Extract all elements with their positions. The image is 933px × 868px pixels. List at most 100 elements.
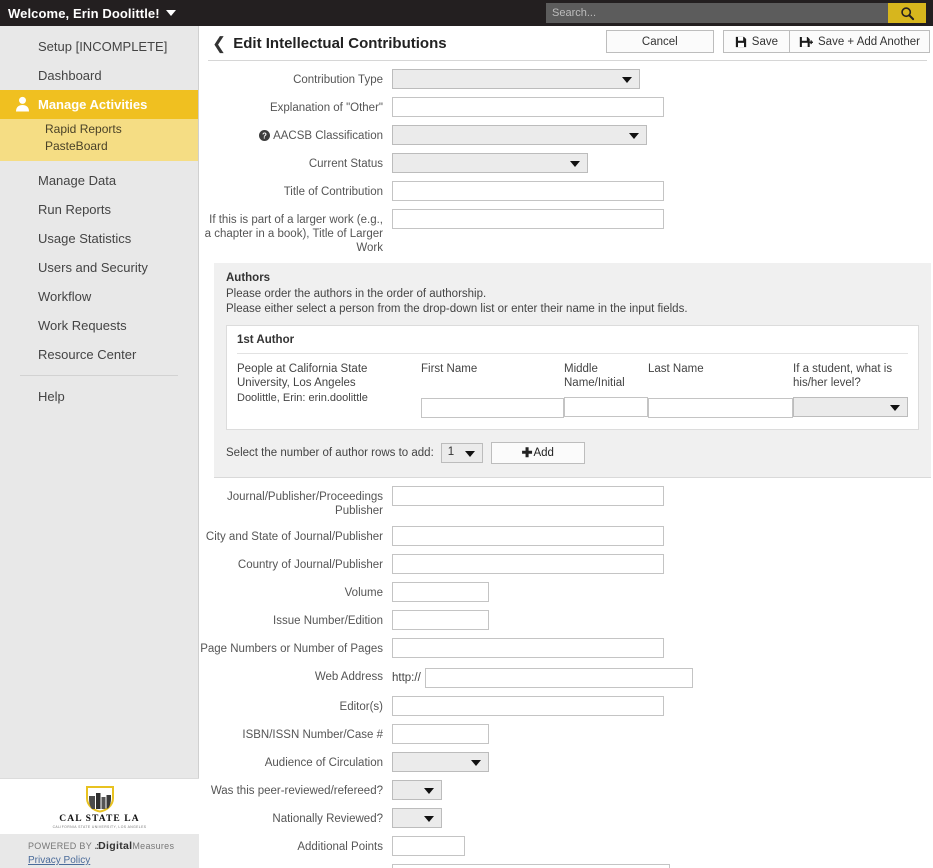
sidebar-item-usage-statistics[interactable]: Usage Statistics xyxy=(0,224,198,253)
sidebar-subitem-rapid-reports[interactable]: Rapid Reports xyxy=(45,121,198,138)
author-middle-name-input[interactable] xyxy=(564,397,648,417)
welcome-text: Welcome, Erin Doolittle! xyxy=(8,5,160,21)
chevron-down-icon xyxy=(570,161,580,167)
sidebar-item-label: Manage Activities xyxy=(38,97,148,112)
sidebar-item-workflow[interactable]: Workflow xyxy=(0,282,198,311)
floppy-disk-plus-icon xyxy=(799,36,814,48)
question-help-icon[interactable]: ? xyxy=(259,130,271,141)
field-peer-reviewed: Was this peer-reviewed/refereed? xyxy=(200,780,933,800)
field-current-status: Current Status xyxy=(200,153,933,173)
search-input[interactable] xyxy=(546,3,888,23)
chevron-left-icon[interactable]: ❮ xyxy=(212,35,226,52)
logo-text: CAL STATE LA xyxy=(59,813,140,824)
field-nationally-reviewed: Nationally Reviewed? xyxy=(200,808,933,828)
field-aacsb-classification: ? AACSB Classification xyxy=(200,125,933,145)
field-label: Page Numbers or Number of Pages xyxy=(200,643,383,655)
floppy-disk-icon xyxy=(735,36,747,48)
column-header-student-level: If a student, what is his/her level? xyxy=(793,363,893,389)
sidebar-subitem-pasteboard[interactable]: PasteBoard xyxy=(45,138,198,155)
field-label: If this is part of a larger work (e.g., … xyxy=(204,214,383,254)
field-label: Nationally Reviewed? xyxy=(272,813,383,825)
isbn-issn-input[interactable] xyxy=(392,724,489,744)
search-button[interactable] xyxy=(888,3,926,23)
powered-by-label: POWERED BY xyxy=(28,841,92,851)
volume-input[interactable] xyxy=(392,582,489,602)
journal-publisher-input[interactable] xyxy=(392,486,664,506)
page-numbers-input[interactable] xyxy=(392,638,664,658)
issue-number-input[interactable] xyxy=(392,610,489,630)
field-title-of-contribution: Title of Contribution xyxy=(200,181,933,201)
sidebar-item-run-reports[interactable]: Run Reports xyxy=(0,195,198,224)
save-button-label: Save xyxy=(751,35,779,48)
field-label: Additional Points xyxy=(297,841,383,853)
field-label: City and State of Journal/Publisher xyxy=(205,531,383,543)
sidebar-subnav: Rapid Reports PasteBoard xyxy=(0,119,198,161)
column-header-first-name: First Name xyxy=(421,363,478,375)
sidebar-item-manage-data[interactable]: Manage Data xyxy=(0,166,198,195)
sidebar-item-help[interactable]: Help xyxy=(0,382,198,411)
field-label: Journal/Publisher/Proceedings Publisher xyxy=(227,491,383,517)
field-label: Issue Number/Edition xyxy=(273,615,383,627)
vendor-name-bold: Digital xyxy=(98,840,133,852)
person-icon xyxy=(16,96,29,112)
sidebar-item-dashboard[interactable]: Dashboard xyxy=(0,61,198,90)
editors-input[interactable] xyxy=(392,696,664,716)
sidebar-subitem-label: PasteBoard xyxy=(45,139,108,153)
user-menu[interactable]: Welcome, Erin Doolittle! xyxy=(0,6,176,21)
additional-points-input[interactable] xyxy=(392,836,465,856)
field-label: Audience of Circulation xyxy=(264,757,383,769)
cancel-button[interactable]: Cancel xyxy=(605,30,714,53)
field-contribution-type: Contribution Type xyxy=(200,69,933,89)
author-card: 1st Author People at California State Un… xyxy=(226,325,919,430)
sidebar-item-users-and-security[interactable]: Users and Security xyxy=(0,253,198,282)
field-label-text: AACSB Classification xyxy=(273,130,383,142)
field-label: Web Address xyxy=(314,671,383,683)
audience-circulation-select[interactable] xyxy=(392,752,489,772)
cancel-button-label: Cancel xyxy=(641,35,678,48)
author-middle-name-column: Middle Name/Initial xyxy=(564,362,648,418)
peer-reviewed-select[interactable] xyxy=(392,780,442,800)
save-add-another-label: Save + Add Another xyxy=(818,35,920,48)
author-last-name-input[interactable] xyxy=(648,398,793,418)
explanation-other-input[interactable] xyxy=(392,97,664,117)
current-status-select[interactable] xyxy=(392,153,588,173)
chevron-down-icon xyxy=(890,405,900,411)
nationally-reviewed-select[interactable] xyxy=(392,808,442,828)
save-button[interactable]: Save xyxy=(722,30,790,53)
author-person-option[interactable]: Doolittle, Erin: erin.doolittle xyxy=(237,392,413,404)
country-input[interactable] xyxy=(392,554,664,574)
author-people-column: People at California State University, L… xyxy=(237,362,421,418)
notes-textarea[interactable] xyxy=(392,864,670,868)
chevron-down-icon xyxy=(424,816,434,822)
form-top-section: Contribution Type Explanation of "Other"… xyxy=(200,61,933,255)
add-author-button[interactable]: ✚ Add xyxy=(490,442,585,464)
authors-heading: Authors xyxy=(226,272,271,284)
privacy-policy-link[interactable]: Privacy Policy xyxy=(0,855,199,868)
chevron-down-icon xyxy=(165,10,176,17)
author-rows-count-select[interactable]: 1 xyxy=(440,443,483,463)
save-add-another-button[interactable]: Save + Add Another xyxy=(789,30,930,53)
field-country: Country of Journal/Publisher xyxy=(200,554,933,574)
city-state-input[interactable] xyxy=(392,526,664,546)
plus-icon: ✚ xyxy=(521,445,533,460)
field-label: Notes xyxy=(200,864,392,868)
sidebar-item-resource-center[interactable]: Resource Center xyxy=(0,340,198,369)
field-issue-number: Issue Number/Edition xyxy=(200,610,933,630)
author-student-level-select[interactable] xyxy=(793,397,908,417)
title-of-contribution-input[interactable] xyxy=(392,181,664,201)
field-editors: Editor(s) xyxy=(200,696,933,716)
web-address-input[interactable] xyxy=(424,668,693,688)
author-first-name-input[interactable] xyxy=(421,398,564,418)
field-additional-points: Additional Points xyxy=(200,836,933,856)
sidebar-item-setup[interactable]: Setup [INCOMPLETE] xyxy=(0,32,198,61)
sidebar-item-label: Setup [INCOMPLETE] xyxy=(38,39,168,54)
contribution-type-select[interactable] xyxy=(392,69,640,89)
sidebar-item-manage-activities[interactable]: Manage Activities xyxy=(0,90,198,119)
author-last-name-column: Last Name xyxy=(648,362,793,418)
global-search xyxy=(546,3,926,23)
sidebar-item-label: Users and Security xyxy=(38,260,148,275)
title-of-larger-work-input[interactable] xyxy=(392,209,664,229)
field-volume: Volume xyxy=(200,582,933,602)
sidebar-item-work-requests[interactable]: Work Requests xyxy=(0,311,198,340)
aacsb-classification-select[interactable] xyxy=(392,125,647,145)
